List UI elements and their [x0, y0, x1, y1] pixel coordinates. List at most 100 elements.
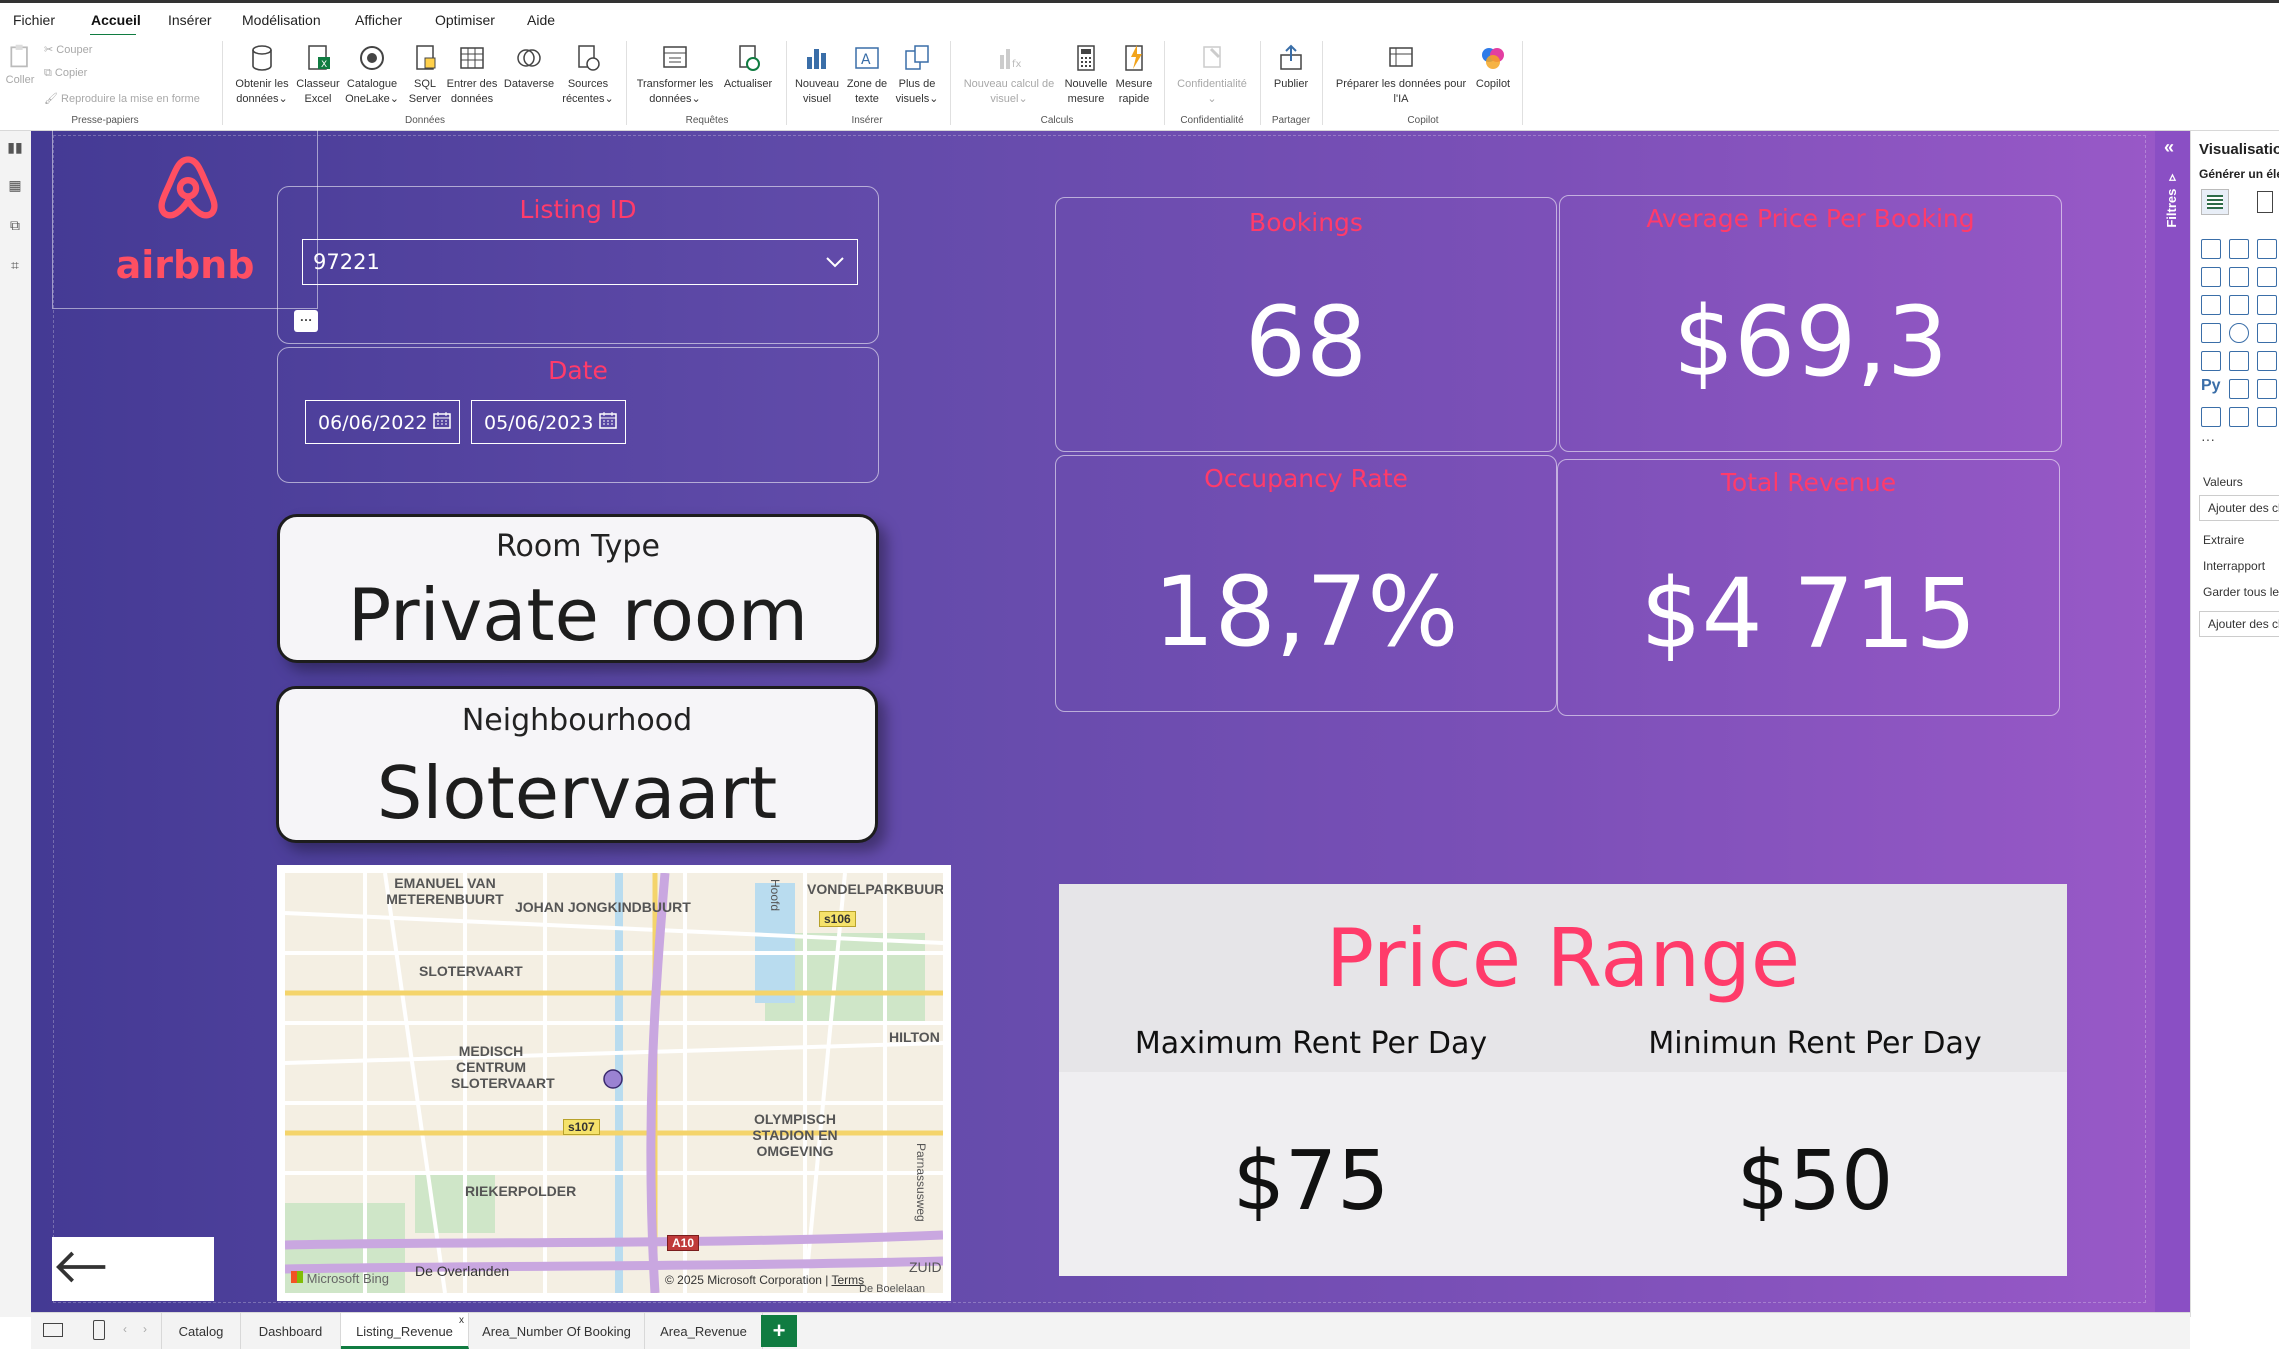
add-fields-box[interactable]: Ajouter des ch [2199, 495, 2279, 521]
treemap-icon[interactable] [2201, 323, 2221, 343]
map-visual[interactable]: EMANUEL VAN METERENBUURT JOHAN JONGKINDB… [277, 865, 951, 1301]
map-visual-icon[interactable] [2257, 323, 2277, 343]
sensitivity-button[interactable]: Confidentialité ⌄ [1170, 43, 1254, 107]
text-box-label: Zone de texte [846, 78, 888, 105]
listing-id-dropdown[interactable]: 97221 [302, 239, 858, 285]
cut-button[interactable]: ✂ Couper [44, 43, 92, 56]
line-chart-icon[interactable] [2201, 267, 2221, 287]
dataverse-button[interactable]: Dataverse [500, 43, 558, 92]
transform-data-button[interactable]: Transformer les données⌄ [634, 43, 716, 107]
calendar-icon[interactable] [599, 411, 617, 429]
sql-server-button[interactable]: SQL Server [405, 43, 445, 107]
menu-modelisation[interactable]: Modélisation [242, 12, 321, 28]
get-data-button[interactable]: Obtenir les données⌄ [230, 43, 294, 107]
get-data-label: Obtenir les données [235, 78, 289, 105]
smart-narrative-icon[interactable] [2257, 407, 2277, 427]
clustered-bar-icon[interactable] [2257, 239, 2277, 259]
scroll-right-icon[interactable]: › [143, 1322, 147, 1336]
calendar-icon[interactable] [433, 411, 451, 429]
add-drillthrough-fields-box[interactable]: Ajouter des ch [2199, 611, 2279, 637]
page-tab-listing-revenue[interactable]: Listing_Revenue x [341, 1313, 469, 1349]
recent-sources-button[interactable]: Sources récentes⌄ [558, 43, 618, 107]
stacked-area-icon[interactable] [2257, 267, 2277, 287]
ribbon-chart-icon[interactable] [2201, 295, 2221, 315]
publish-icon [1280, 44, 1302, 70]
format-visual-icon[interactable] [2257, 191, 2273, 213]
onelake-catalog-button[interactable]: Catalogue OneLake⌄ [342, 43, 402, 107]
clustered-column-icon[interactable] [2229, 239, 2249, 259]
card-visual-icon[interactable] [2229, 351, 2249, 371]
neighbourhood-value: Slotervaart [376, 751, 778, 835]
close-icon[interactable]: x [459, 1315, 464, 1326]
build-visual-icon[interactable] [2201, 189, 2229, 215]
page-tab-area-number-of-booking[interactable]: Area_Number Of Booking [469, 1313, 645, 1349]
refresh-button[interactable]: Actualiser [716, 43, 780, 92]
group-data: Données [404, 115, 446, 126]
area-chart-icon[interactable] [2229, 267, 2249, 287]
dax-query-icon[interactable]: ⌗ [5, 257, 25, 277]
prepare-data-ai-button[interactable]: Préparer les données pour l'IA [1328, 43, 1474, 107]
menu-aide[interactable]: Aide [527, 12, 555, 28]
new-visual-calc-button[interactable]: fx Nouveau calcul de visuel⌄ [956, 43, 1062, 107]
max-rent-value: $75 [1232, 1134, 1390, 1229]
back-button[interactable] [52, 1237, 214, 1301]
publish-button[interactable]: Publier [1266, 43, 1316, 92]
waterfall-icon[interactable] [2229, 295, 2249, 315]
more-visuals-icon[interactable]: ··· [2201, 431, 2215, 447]
menu-afficher[interactable]: Afficher [355, 12, 402, 28]
decomposition-tree-icon[interactable] [2257, 379, 2277, 399]
page-tab-dashboard[interactable]: Dashboard [241, 1313, 341, 1349]
menu-accueil[interactable]: Accueil [91, 12, 141, 28]
new-visual-button[interactable]: Nouveau visuel [792, 43, 842, 107]
pie-chart-icon[interactable] [2229, 323, 2249, 343]
collapse-chevron-icon[interactable]: « [2164, 137, 2174, 158]
page-tab-catalog[interactable]: Catalog [161, 1313, 241, 1349]
onelake-label: Catalogue OneLake [345, 78, 398, 105]
more-visuals-button[interactable]: Plus de visuels⌄ [892, 43, 942, 107]
end-date-input[interactable]: 05/06/2023 [471, 400, 626, 444]
format-painter-button[interactable]: 🖌 Reproduire la mise en forme [44, 92, 200, 105]
qa-visual-icon[interactable] [2229, 407, 2249, 427]
key-influencers-icon[interactable] [2229, 379, 2249, 399]
paginated-report-icon[interactable] [2201, 407, 2221, 427]
map-tiles[interactable]: EMANUEL VAN METERENBUURT JOHAN JONGKINDB… [285, 873, 943, 1293]
arrow-left-icon [56, 1251, 106, 1283]
map-label: ZUID [909, 1259, 942, 1275]
menu-fichier[interactable]: Fichier [13, 12, 55, 28]
transform-label: Transformer les données [636, 78, 714, 105]
add-page-button[interactable]: + [761, 1315, 797, 1347]
visualizations-pane: Visualisations Générer un élé Py [2190, 131, 2279, 1317]
filters-label[interactable]: Filtres ▿ [2164, 170, 2184, 228]
funnel-icon[interactable] [2257, 295, 2277, 315]
matrix-icon[interactable] [2257, 351, 2277, 371]
copy-button[interactable]: ⧉ Copier [44, 67, 87, 80]
desktop-layout-icon[interactable] [43, 1323, 63, 1337]
sensitivity-label: Confidentialité [1177, 78, 1247, 90]
enter-data-button[interactable]: Entrer des données [444, 43, 500, 107]
report-view-icon[interactable]: ▮▮ [5, 139, 25, 159]
python-visual-icon[interactable]: Py [2201, 377, 2221, 395]
map-label: EMANUEL VAN METERENBUURT [386, 875, 504, 907]
page-tab-area-revenue[interactable]: Area_Revenue [645, 1313, 763, 1349]
scroll-left-icon[interactable]: ‹ [123, 1322, 127, 1336]
table-visual-icon[interactable] [2201, 351, 2221, 371]
text-box-button[interactable]: A Zone de texte [842, 43, 892, 107]
filters-pane-collapsed[interactable]: « [2155, 131, 2190, 1312]
excel-icon: X [308, 45, 330, 70]
listing-id-value: 97221 [313, 250, 380, 274]
new-measure-button[interactable]: Nouvelle mesure [1062, 43, 1110, 107]
copilot-button[interactable]: Copilot [1466, 43, 1520, 92]
start-date-input[interactable]: 06/06/2022 [305, 400, 460, 444]
excel-workbook-button[interactable]: X Classeur Excel [293, 43, 343, 107]
stacked-bar-icon[interactable] [2201, 239, 2221, 259]
calculator-icon [1077, 45, 1095, 71]
menu-inserer[interactable]: Insérer [168, 12, 212, 28]
paste-button[interactable]: Coller [2, 43, 38, 88]
page-tabs-bar: ‹ › Catalog Dashboard Listing_Revenue x … [31, 1312, 2190, 1349]
menu-optimiser[interactable]: Optimiser [435, 12, 495, 28]
model-view-icon[interactable]: ⧉ [5, 217, 25, 237]
road-shield: s107 [563, 1119, 600, 1135]
mobile-layout-icon[interactable] [93, 1320, 105, 1340]
quick-measure-button[interactable]: Mesure rapide [1110, 43, 1158, 107]
table-view-icon[interactable]: ▦ [5, 177, 25, 197]
